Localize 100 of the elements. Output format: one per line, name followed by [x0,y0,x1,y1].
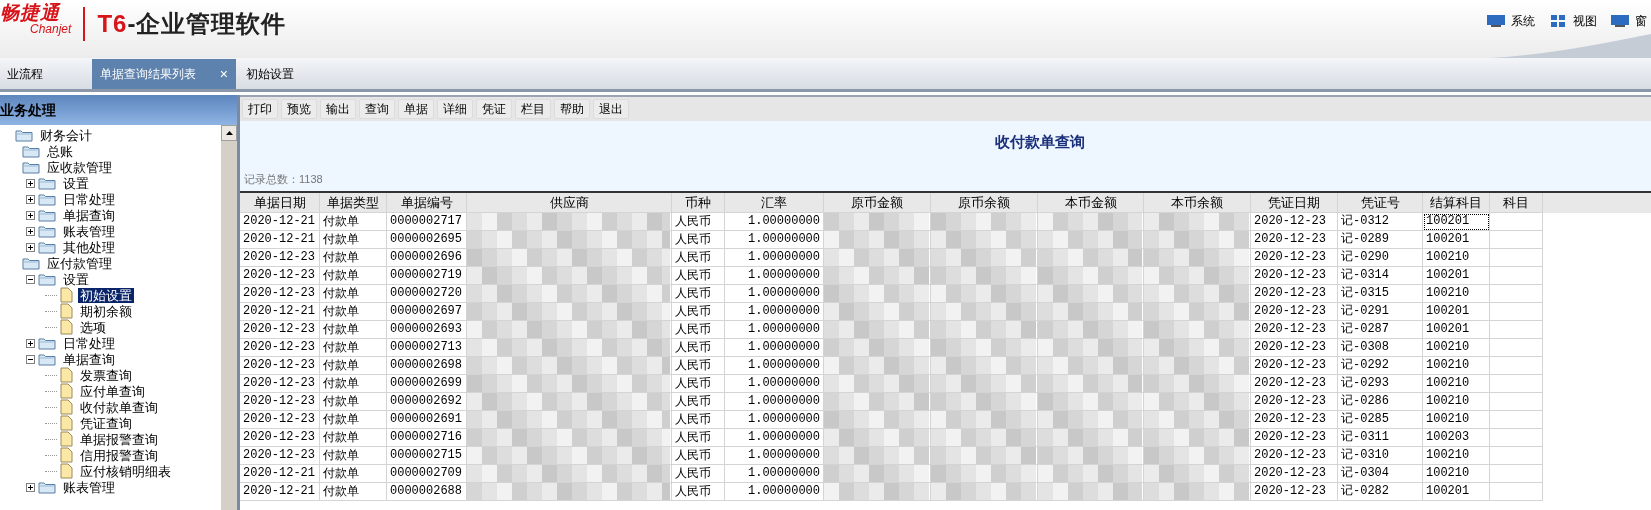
toolbar-button[interactable]: 查询 [359,99,395,119]
document-icon [60,447,73,463]
table-cell: 2020-12-23 [1251,375,1338,393]
tree-item[interactable]: 单据报警查询 [78,431,160,447]
collapse-toggle[interactable] [26,274,35,284]
column-header[interactable]: 凭证日期 [1251,193,1338,213]
menu-button[interactable]: 窗 [1611,12,1647,30]
table-cell: 100210 [1423,357,1490,375]
tree-item[interactable]: 单据查询 [61,351,117,367]
expand-toggle[interactable] [26,210,35,220]
tab[interactable]: 单据查询结果列表 × [92,59,236,89]
folder-icon [38,336,56,350]
table-cell: 人民币 [672,321,725,339]
column-header[interactable]: 科目 [1490,193,1543,213]
table-cell [1490,375,1543,393]
table-cell: 付款单 [320,447,387,465]
toolbar-button[interactable]: 输出 [320,99,356,119]
toolbar-button[interactable]: 预览 [281,99,317,119]
toolbar-button[interactable]: 单据 [398,99,434,119]
tree-item[interactable]: 日常处理 [61,335,117,351]
table-cell: 2020-12-23 [1251,285,1338,303]
column-header[interactable]: 币种 [672,193,725,213]
tree-item[interactable]: 设置 [61,271,91,287]
table-cell: 100210 [1423,375,1490,393]
table-cell [1490,249,1543,267]
tree-item[interactable]: 账表管理 [61,223,117,239]
close-icon[interactable]: × [219,63,228,85]
tree-item[interactable]: 应收款管理 [45,159,114,175]
tree-item[interactable]: 发票查询 [78,367,134,383]
menu-button[interactable]: 系统 [1487,12,1535,30]
tree-item[interactable]: 其他处理 [61,239,117,255]
toolbar-button[interactable]: 退出 [593,99,629,119]
table-cell: 记-0310 [1338,447,1423,465]
tree-item[interactable]: 凭证查询 [78,415,134,431]
table-cell: 2020-12-23 [1251,213,1338,231]
expand-toggle[interactable] [26,178,35,188]
column-header[interactable]: 结算科目 [1423,193,1490,213]
table-cell: 2020-12-23 [240,357,320,375]
table-cell: 100203 [1423,429,1490,447]
expand-toggle[interactable] [26,242,35,252]
tree-item[interactable]: 财务会计 [38,127,94,143]
product-title: T6-企业管理软件 [97,9,287,39]
table-cell: 付款单 [320,213,387,231]
table-cell: 付款单 [320,411,387,429]
table-cell: 100201 [1423,303,1490,321]
tree-item[interactable]: 选项 [78,319,108,335]
table-cell: 2020-12-23 [240,411,320,429]
toolbar-button[interactable]: 打印 [242,99,278,119]
toolbar-button[interactable]: 详细 [437,99,473,119]
table-cell: 2020-12-23 [240,339,320,357]
toolbar-button[interactable]: 凭证 [476,99,512,119]
table-cell: 100210 [1423,285,1490,303]
column-header[interactable]: 单据编号 [387,193,467,213]
table-cell [1490,285,1543,303]
tab[interactable]: 初始设置 [236,59,304,89]
table-cell: 2020-12-21 [240,483,320,501]
table-cell: 2020-12-23 [1251,465,1338,483]
table-cell: 记-0290 [1338,249,1423,267]
tree-item[interactable]: 信用报警查询 [78,447,160,463]
table-cell: 人民币 [672,429,725,447]
table-cell: 2020-12-21 [240,465,320,483]
tree-item[interactable]: 单据查询 [61,207,117,223]
toolbar-button[interactable]: 帮助 [554,99,590,119]
tree-item[interactable]: 应付核销明细表 [78,463,173,479]
table-cell: 2020-12-21 [240,303,320,321]
tree-item[interactable]: 总账 [45,143,75,159]
column-header[interactable]: 凭证号 [1338,193,1423,213]
toolbar-button[interactable]: 栏目 [515,99,551,119]
table-cell: 100201 [1423,231,1490,249]
expand-toggle[interactable] [26,194,35,204]
expand-toggle[interactable] [26,482,35,492]
tree-item[interactable]: 应付单查询 [78,383,147,399]
table-cell [1490,339,1543,357]
expand-toggle[interactable] [26,338,35,348]
tree-item[interactable]: 账表管理 [61,479,117,495]
table-cell: 人民币 [672,231,725,249]
tab[interactable]: 业流程 [0,59,53,89]
collapse-toggle[interactable] [26,354,35,364]
table-cell: 2020-12-23 [240,393,320,411]
table-cell: 付款单 [320,465,387,483]
tree-item[interactable]: 收付款单查询 [78,399,160,415]
tree-item[interactable]: 应付款管理 [45,255,114,271]
tree-item[interactable]: 设置 [61,175,91,191]
scrollbar[interactable] [221,125,237,510]
menu-button[interactable]: 视图 [1549,12,1597,30]
table-cell: 2020-12-23 [1251,357,1338,375]
panel-title: 业务处理 [0,95,237,125]
expand-toggle[interactable] [26,226,35,236]
up-arrow-icon [225,131,233,135]
tree-item[interactable]: 期初余额 [78,303,134,319]
table-cell: 记-0292 [1338,357,1423,375]
tree-item[interactable]: 初始设置 [78,287,134,303]
column-header[interactable]: 单据日期 [240,193,320,213]
document-icon [60,415,73,431]
column-header[interactable]: 汇率 [725,193,824,213]
tree-item[interactable]: 日常处理 [61,191,117,207]
document-icon [60,287,73,303]
column-header[interactable]: 单据类型 [320,193,387,213]
record-count: 记录总数：1138 [244,171,324,187]
table-cell: 2020-12-23 [1251,393,1338,411]
